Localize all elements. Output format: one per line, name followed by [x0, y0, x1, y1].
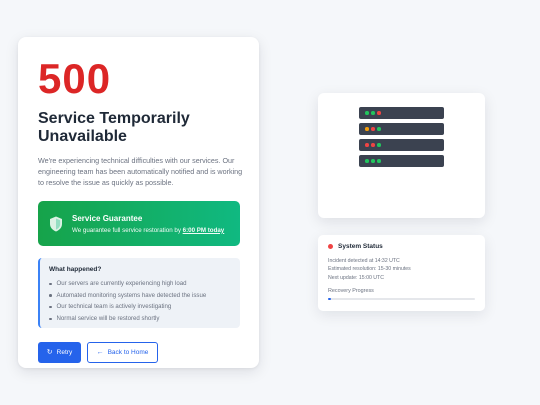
system-status-card: System Status Incident detected at 14:32… [318, 235, 485, 311]
guarantee-text-prefix: We guarantee full service restoration by [72, 226, 183, 234]
what-happened-list: Our servers are currently experiencing h… [49, 278, 231, 324]
bullet-icon [49, 282, 52, 286]
guarantee-text: We guarantee full service restoration by… [72, 227, 224, 234]
recovery-progress-bar [328, 297, 475, 300]
server-unit [359, 123, 444, 135]
status-header: System Status [328, 243, 475, 250]
list-item: Our technical team is actively investiga… [49, 301, 231, 313]
server-led-icon [365, 143, 369, 147]
estimated-resolution-text: Estimated resolution: 15-30 minutes [328, 266, 411, 273]
status-title: System Status [338, 243, 383, 250]
retry-label: Retry [56, 349, 73, 357]
server-unit [359, 139, 444, 151]
status-indicator-icon [328, 244, 333, 249]
server-led-icon [371, 111, 375, 115]
action-buttons: ↻ Retry ← Back to Home [38, 342, 239, 364]
error-card: 500 Service Temporarily Unavailable We'r… [18, 37, 259, 368]
guarantee-title: Service Guarantee [72, 213, 143, 223]
server-led-icon [371, 127, 375, 131]
list-item-text: Our technical team is actively investiga… [56, 303, 172, 311]
service-guarantee-banner: Service Guarantee We guarantee full serv… [38, 201, 240, 247]
list-item: Normal service will be restored shortly [49, 313, 231, 325]
recovery-progress-fill [328, 297, 331, 300]
error-description: We're experiencing technical difficultie… [38, 155, 243, 188]
list-item-text: Normal service will be restored shortly [56, 314, 160, 322]
server-led-icon [371, 143, 375, 147]
list-item: Our servers are currently experiencing h… [49, 278, 231, 290]
server-led-icon [365, 111, 369, 115]
server-led-icon [377, 143, 381, 147]
what-happened-panel: What happened? Our servers are currently… [38, 258, 240, 329]
next-update-text: Next update: 15:00 UTC [328, 274, 384, 281]
server-led-icon [377, 159, 381, 163]
server-rack-illustration [318, 93, 485, 218]
server-unit [359, 155, 444, 167]
recovery-progress-label: Recovery Progress [328, 287, 374, 294]
bullet-icon [49, 305, 52, 309]
bullet-icon [49, 317, 52, 321]
server-led-icon [365, 127, 369, 131]
status-details: Incident detected at 14:32 UTC Estimated… [328, 257, 475, 282]
error-code: 500 [38, 55, 112, 102]
server-led-icon [371, 159, 375, 163]
shield-icon [50, 216, 62, 232]
server-led-icon [377, 111, 381, 115]
retry-button[interactable]: ↻ Retry [38, 342, 81, 364]
page-title: Service Temporarily Unavailable [38, 110, 190, 146]
server-led-icon [377, 127, 381, 131]
incident-detected-text: Incident detected at 14:32 UTC [328, 258, 400, 264]
list-item: Automated monitoring systems have detect… [49, 290, 231, 302]
list-item-text: Our servers are currently experiencing h… [56, 280, 187, 288]
bullet-icon [49, 294, 52, 297]
list-item-text: Automated monitoring systems have detect… [56, 291, 207, 299]
back-to-home-label: Back to Home [107, 349, 149, 357]
refresh-icon: ↻ [46, 349, 53, 357]
server-unit [359, 107, 444, 119]
back-to-home-button[interactable]: ← Back to Home [87, 342, 158, 364]
guarantee-time: 6:00 PM today [182, 226, 225, 234]
server-led-icon [365, 159, 369, 163]
what-happened-title: What happened? [49, 266, 102, 274]
arrow-left-icon: ← [96, 349, 104, 357]
